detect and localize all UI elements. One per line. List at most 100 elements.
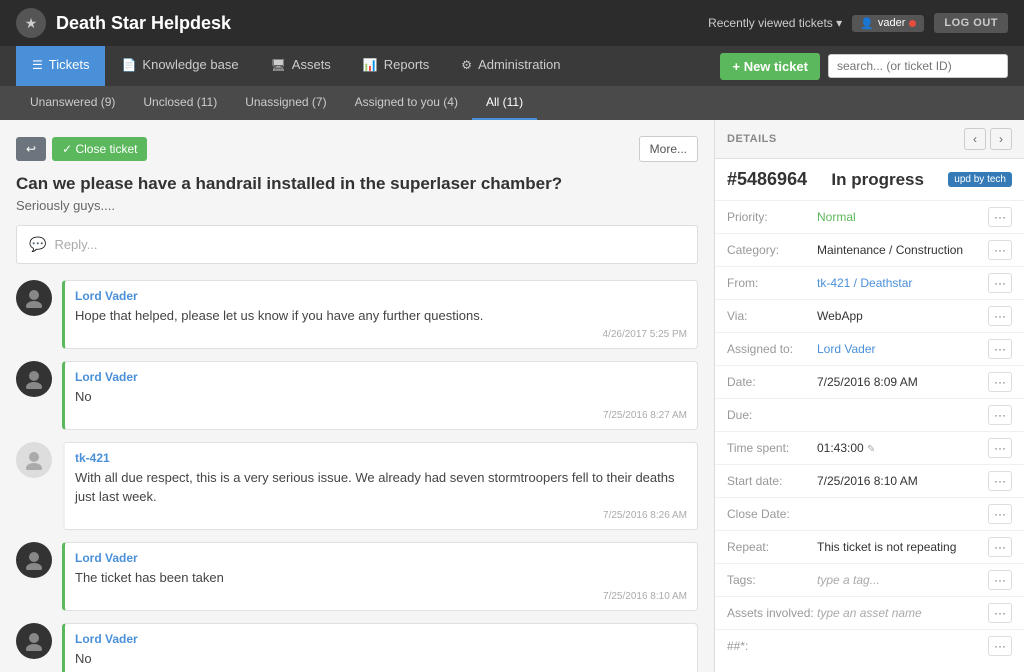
next-ticket-button[interactable]: › xyxy=(990,128,1012,150)
repeat-label: Repeat: xyxy=(727,540,817,554)
nav-tab-tickets-label: Tickets xyxy=(49,57,90,72)
close-date-label: Close Date: xyxy=(727,507,817,521)
repeat-edit-button[interactable]: ··· xyxy=(988,537,1012,557)
message-bubble: Lord Vader No 7/25/2016 8:27 AM xyxy=(62,361,698,430)
assigned-edit-button[interactable]: ··· xyxy=(988,339,1012,359)
detail-row-from: From: tk-421 / Deathstar ··· xyxy=(715,266,1024,299)
message-text: The ticket has been taken xyxy=(75,569,687,587)
right-panel: DETAILS ‹ › #5486964 In progress upd by … xyxy=(714,120,1024,672)
message-item: Lord Vader No 7/25/2016 8:10 AM xyxy=(16,623,698,672)
via-label: Via: xyxy=(727,309,817,323)
detail-row-date: Date: 7/25/2016 8:09 AM ··· xyxy=(715,365,1024,398)
knowledge-icon: 📄 xyxy=(121,58,136,72)
back-icon: ↩ xyxy=(26,142,36,156)
avatar xyxy=(16,280,52,316)
left-panel: ↩ ✓ Close ticket More... Can we please h… xyxy=(0,120,714,672)
assigned-value[interactable]: Lord Vader xyxy=(817,342,982,356)
nav-tab-assets-label: Assets xyxy=(292,57,331,72)
from-edit-button[interactable]: ··· xyxy=(988,273,1012,293)
recently-viewed[interactable]: Recently viewed tickets ▾ xyxy=(708,16,842,30)
date-label: Date: xyxy=(727,375,817,389)
nav-tab-reports[interactable]: 📊 Reports xyxy=(347,46,445,86)
message-text: No xyxy=(75,650,687,668)
tags-label: Tags: xyxy=(727,573,817,587)
nav-tab-assets[interactable]: 🖥 Assets xyxy=(255,46,347,86)
username: vader xyxy=(878,17,906,29)
time-spent-value: 01:43:00 ✎ xyxy=(817,441,982,455)
assets-input[interactable]: type an asset name xyxy=(817,606,982,620)
from-value[interactable]: tk-421 / Deathstar xyxy=(817,276,982,290)
ticket-id: #5486964 xyxy=(727,169,807,190)
tags-input[interactable]: type a tag... xyxy=(817,573,982,587)
reply-box[interactable]: 💬 Reply... xyxy=(16,225,698,264)
back-button[interactable]: ↩ xyxy=(16,137,46,161)
time-spent-edit-button[interactable]: ··· xyxy=(988,438,1012,458)
admin-icon: ⚙ xyxy=(461,58,472,72)
start-date-edit-button[interactable]: ··· xyxy=(988,471,1012,491)
message-item: Lord Vader Hope that helped, please let … xyxy=(16,280,698,349)
bottom-field-label: ##*: xyxy=(727,639,817,653)
reply-placeholder: Reply... xyxy=(54,237,97,252)
message-sender[interactable]: tk-421 xyxy=(75,451,687,465)
message-text: No xyxy=(75,388,687,406)
subnav: Unanswered (9) Unclosed (11) Unassigned … xyxy=(0,86,1024,120)
new-ticket-button[interactable]: New ticket xyxy=(720,53,820,80)
prev-ticket-button[interactable]: ‹ xyxy=(964,128,986,150)
app-logo: ★ xyxy=(16,8,46,38)
message-sender[interactable]: Lord Vader xyxy=(75,289,687,303)
search-input[interactable] xyxy=(828,54,1008,78)
details-title: DETAILS xyxy=(727,133,777,145)
message-sender[interactable]: Lord Vader xyxy=(75,370,687,384)
nav-tab-administration[interactable]: ⚙ Administration xyxy=(445,46,576,86)
nav-tab-knowledge-base[interactable]: 📄 Knowledge base xyxy=(105,46,254,86)
details-header: DETAILS ‹ › xyxy=(715,120,1024,159)
tickets-icon: ☰ xyxy=(32,58,43,72)
nav-tab-knowledge-base-label: Knowledge base xyxy=(142,57,238,72)
message-timestamp: 7/25/2016 8:10 AM xyxy=(75,591,687,602)
detail-row-start-date: Start date: 7/25/2016 8:10 AM ··· xyxy=(715,464,1024,497)
message-bubble: Lord Vader No 7/25/2016 8:10 AM xyxy=(62,623,698,672)
tags-edit-button[interactable]: ··· xyxy=(988,570,1012,590)
repeat-value: This ticket is not repeating xyxy=(817,540,982,554)
more-button[interactable]: More... xyxy=(639,136,698,162)
close-date-edit-button[interactable]: ··· xyxy=(988,504,1012,524)
message-timestamp: 7/25/2016 8:27 AM xyxy=(75,410,687,421)
message-sender[interactable]: Lord Vader xyxy=(75,551,687,565)
category-edit-button[interactable]: ··· xyxy=(988,240,1012,260)
priority-label: Priority: xyxy=(727,210,817,224)
nav-tab-reports-label: Reports xyxy=(384,57,430,72)
due-edit-button[interactable]: ··· xyxy=(988,405,1012,425)
detail-row-tags: Tags: type a tag... ··· xyxy=(715,563,1024,596)
subnav-tab-assigned[interactable]: Assigned to you (4) xyxy=(341,86,472,120)
bottom-edit-button[interactable]: ··· xyxy=(988,636,1012,656)
assets-edit-button[interactable]: ··· xyxy=(988,603,1012,623)
nav-right: New ticket xyxy=(720,53,1008,80)
detail-row-close-date: Close Date: ··· xyxy=(715,497,1024,530)
details-nav: ‹ › xyxy=(964,128,1012,150)
subnav-tab-unanswered[interactable]: Unanswered (9) xyxy=(16,86,129,120)
upd-badge: upd by tech xyxy=(948,172,1012,187)
detail-row-assigned: Assigned to: Lord Vader ··· xyxy=(715,332,1024,365)
ticket-actions: ↩ ✓ Close ticket More... xyxy=(16,136,698,162)
nav-tab-tickets[interactable]: ☰ Tickets xyxy=(16,46,105,86)
close-ticket-button[interactable]: ✓ Close ticket xyxy=(52,137,147,161)
via-value: WebApp xyxy=(817,309,982,323)
subnav-tab-unassigned[interactable]: Unassigned (7) xyxy=(231,86,340,120)
user-badge[interactable]: 👤 vader xyxy=(852,15,924,32)
priority-edit-button[interactable]: ··· xyxy=(988,207,1012,227)
reports-icon: 📊 xyxy=(363,58,378,72)
message-bubble: tk-421 With all due respect, this is a v… xyxy=(62,442,698,529)
category-value: Maintenance / Construction xyxy=(817,243,982,257)
subnav-tab-unclosed[interactable]: Unclosed (11) xyxy=(129,86,231,120)
date-edit-button[interactable]: ··· xyxy=(988,372,1012,392)
avatar xyxy=(16,442,52,478)
topbar: ★ Death Star Helpdesk Recently viewed ti… xyxy=(0,0,1024,46)
logout-button[interactable]: LOG OUT xyxy=(934,13,1008,33)
message-sender[interactable]: Lord Vader xyxy=(75,632,687,646)
start-date-label: Start date: xyxy=(727,474,817,488)
subnav-tab-all[interactable]: All (11) xyxy=(472,86,537,120)
message-bubble: Lord Vader Hope that helped, please let … xyxy=(62,280,698,349)
topbar-left: ★ Death Star Helpdesk xyxy=(16,8,231,38)
topbar-right: Recently viewed tickets ▾ 👤 vader LOG OU… xyxy=(708,13,1008,33)
via-edit-button[interactable]: ··· xyxy=(988,306,1012,326)
